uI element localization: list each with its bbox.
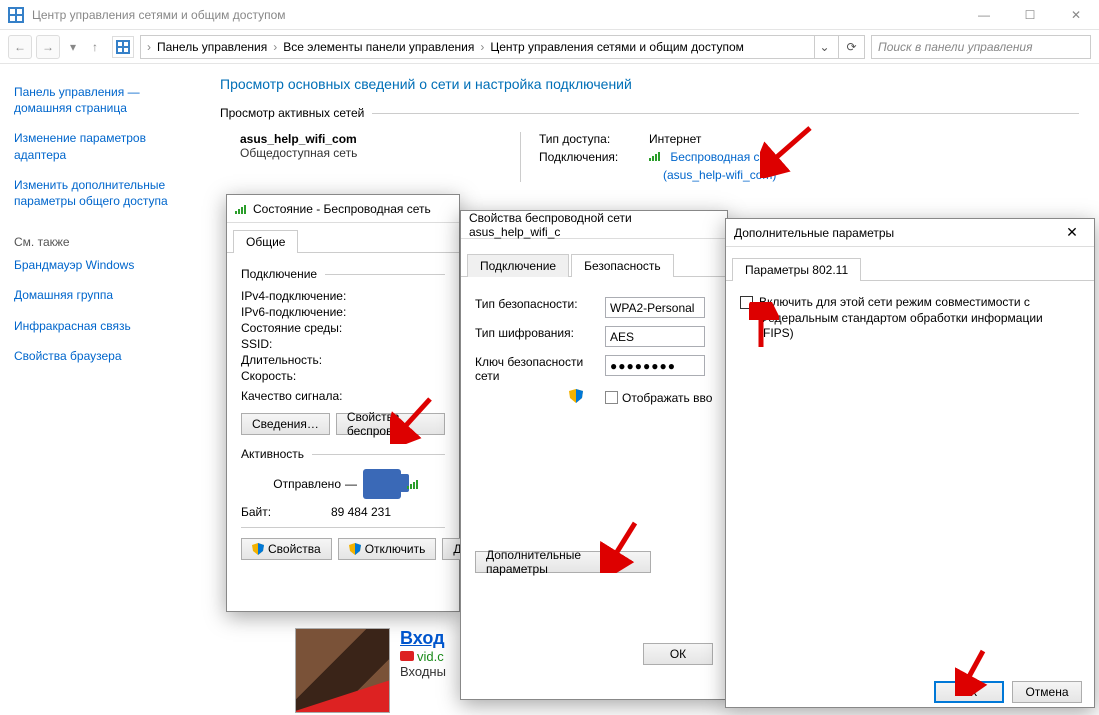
connections-label: Подключения:: [539, 150, 649, 164]
quality-label: Качество сигнала:: [241, 389, 391, 403]
ok-button[interactable]: ОК: [643, 643, 713, 665]
encryption-select[interactable]: AES: [605, 326, 705, 347]
wireless-props-dialog: Свойства беспроводной сети asus_help_wif…: [460, 210, 728, 700]
bytes-label: Байт:: [241, 505, 311, 519]
bytes-value: 89 484 231: [311, 505, 391, 519]
sidebar-link-adapter[interactable]: Изменение параметров адаптера: [14, 130, 186, 162]
location-icon: [112, 36, 134, 58]
ad-snippet: Вход vid.c Входны: [295, 628, 446, 713]
tab-general[interactable]: Общие: [233, 230, 298, 253]
address-bar: ← → ▾ ↑ › Панель управления › Все элемен…: [0, 30, 1099, 64]
advanced-params-dialog: Дополнительные параметры ✕ Параметры 802…: [725, 218, 1095, 708]
shield-icon: [569, 389, 583, 403]
page-title: Просмотр основных сведений о сети и наст…: [220, 76, 1079, 92]
sent-label: Отправлено: [241, 477, 341, 491]
connection-link[interactable]: Беспроводная сеть: [649, 150, 778, 164]
encryption-label: Тип шифрования:: [475, 326, 605, 347]
up-button[interactable]: ↑: [86, 35, 104, 59]
refresh-button[interactable]: ⟳: [839, 35, 865, 59]
sidebar-link-firewall[interactable]: Брандмауэр Windows: [14, 257, 186, 273]
dialog-title: Дополнительные параметры: [734, 226, 1058, 240]
close-icon[interactable]: ✕: [1058, 224, 1086, 241]
history-dropdown[interactable]: ▾: [64, 35, 82, 59]
breadcrumb-item[interactable]: Панель управления: [153, 40, 271, 54]
ipv4-label: IPv4-подключение:: [241, 289, 391, 303]
connection-sublabel[interactable]: (asus_help-wifi_com): [663, 168, 778, 182]
group-activity: Активность: [241, 447, 304, 461]
ad-thumbnail[interactable]: [295, 628, 390, 713]
forward-button[interactable]: →: [36, 35, 60, 59]
breadcrumb-item[interactable]: Центр управления сетями и общим доступом: [486, 40, 748, 54]
access-type-value: Интернет: [649, 132, 701, 146]
sidebar: Панель управления — домашняя страница Из…: [0, 64, 200, 713]
speed-label: Скорость:: [241, 369, 391, 383]
media-label: Состояние среды:: [241, 321, 391, 335]
tab-security[interactable]: Безопасность: [571, 254, 674, 277]
network-type: Общедоступная сеть: [240, 146, 520, 160]
ipv6-label: IPv6-подключение:: [241, 305, 391, 319]
sidebar-link-homegroup[interactable]: Домашняя группа: [14, 287, 186, 303]
dialog-title: Свойства беспроводной сети asus_help_wif…: [469, 211, 719, 239]
signal-icon: [407, 479, 421, 489]
shield-icon: [349, 543, 361, 555]
disconnect-button[interactable]: Отключить: [338, 538, 437, 560]
see-also-heading: См. также: [14, 235, 186, 249]
ad-url: vid.c: [400, 649, 446, 664]
tab-connection[interactable]: Подключение: [467, 254, 569, 277]
key-label: Ключ безопасности сети: [475, 355, 605, 383]
shield-icon: [252, 543, 264, 555]
cancel-button[interactable]: Отмена: [1012, 681, 1082, 703]
access-type-label: Тип доступа:: [539, 132, 649, 146]
properties-button[interactable]: Свойства: [241, 538, 332, 560]
dialog-title: Состояние - Беспроводная сеть: [253, 202, 451, 216]
group-connection: Подключение: [241, 267, 317, 281]
security-type-select[interactable]: WPA2-Personal: [605, 297, 705, 318]
details-button[interactable]: Сведения…: [241, 413, 330, 435]
ok-button[interactable]: ОК: [934, 681, 1004, 703]
minimize-button[interactable]: —: [961, 0, 1007, 30]
duration-label: Длительность:: [241, 353, 391, 367]
sidebar-link-browser[interactable]: Свойства браузера: [14, 348, 186, 364]
breadcrumb-dropdown[interactable]: ⌄: [814, 36, 834, 58]
breadcrumb-item[interactable]: Все элементы панели управления: [279, 40, 478, 54]
advanced-params-button[interactable]: Дополнительные параметры: [475, 551, 651, 573]
key-input[interactable]: ●●●●●●●●: [605, 355, 705, 376]
status-dialog: Состояние - Беспроводная сеть Общие Подк…: [226, 194, 460, 612]
ssid-label: SSID:: [241, 337, 391, 351]
window-title: Центр управления сетями и общим доступом: [32, 8, 961, 22]
close-button[interactable]: ✕: [1053, 0, 1099, 30]
wireless-props-button[interactable]: Свойства беспровод: [336, 413, 445, 435]
ad-text: Входны: [400, 664, 446, 679]
tab-80211[interactable]: Параметры 802.11: [732, 258, 861, 281]
maximize-button[interactable]: ☐: [1007, 0, 1053, 30]
signal-icon: [235, 204, 249, 214]
signal-icon: [649, 151, 663, 161]
ad-title[interactable]: Вход: [400, 628, 446, 649]
search-input[interactable]: Поиск в панели управления: [871, 35, 1091, 59]
active-networks-label: Просмотр активных сетей: [220, 106, 364, 120]
sidebar-link-sharing[interactable]: Изменить дополнительные параметры общего…: [14, 177, 186, 209]
back-button[interactable]: ←: [8, 35, 32, 59]
computers-icon: [363, 469, 401, 499]
breadcrumb[interactable]: › Панель управления › Все элементы панел…: [140, 35, 839, 59]
app-icon: [8, 7, 24, 23]
network-name: asus_help_wifi_com: [240, 132, 520, 146]
fips-checkbox[interactable]: Включить для этой сети режим совместимос…: [740, 295, 1080, 342]
sidebar-link-home[interactable]: Панель управления — домашняя страница: [14, 84, 186, 116]
sidebar-link-infrared[interactable]: Инфракрасная связь: [14, 318, 186, 334]
titlebar: Центр управления сетями и общим доступом…: [0, 0, 1099, 30]
security-type-label: Тип безопасности:: [475, 297, 605, 318]
show-chars-checkbox[interactable]: Отображать вво: [605, 389, 712, 406]
